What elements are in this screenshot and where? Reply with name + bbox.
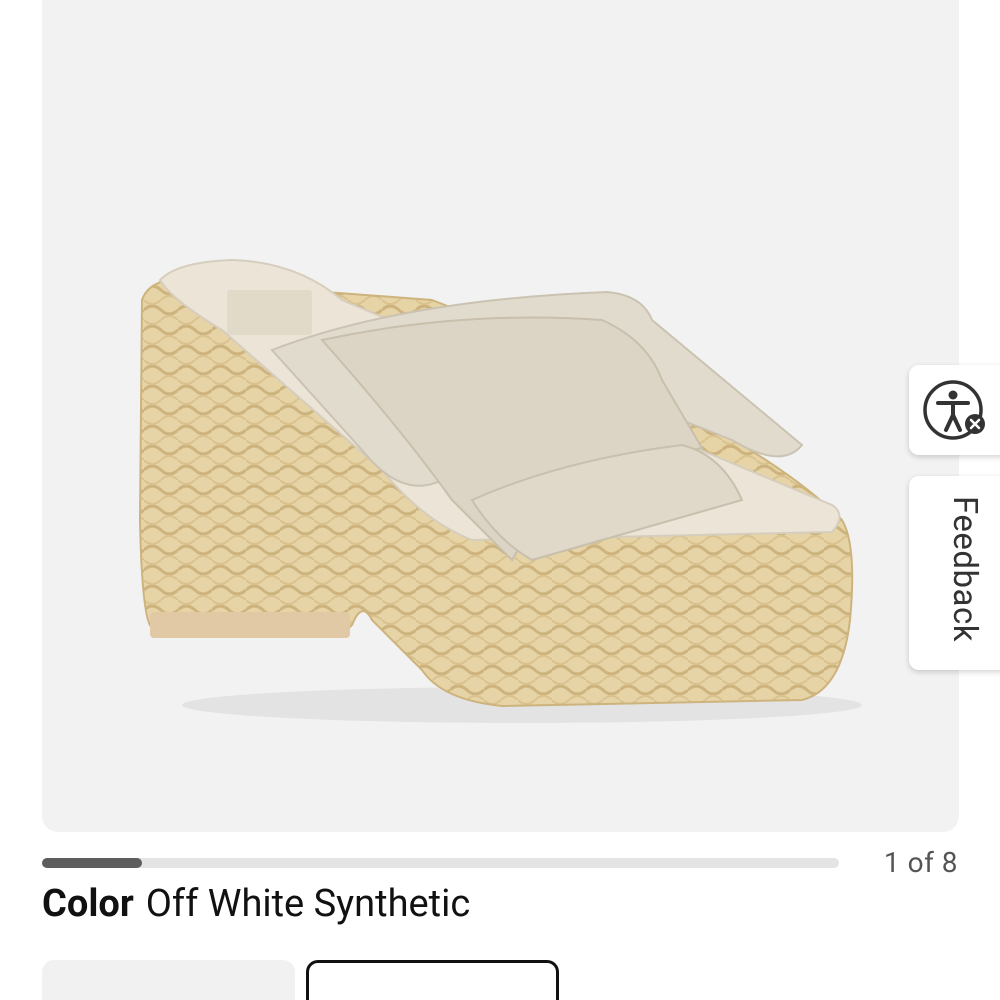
color-label: Color — [42, 882, 134, 926]
color-swatch-selected[interactable] — [306, 960, 559, 1000]
gallery-pager: 1 of 8 — [883, 846, 958, 879]
color-selection: Color Off White Synthetic — [42, 880, 470, 928]
feedback-tab[interactable]: Feedback — [909, 476, 1000, 670]
gallery-progress-fill — [42, 858, 142, 868]
gallery-progress-bar — [42, 858, 839, 868]
product-image[interactable] — [42, 0, 959, 832]
sandal-illustration — [138, 258, 862, 723]
accessibility-button[interactable] — [909, 365, 1000, 455]
color-swatch[interactable] — [42, 960, 295, 1000]
feedback-label: Feedback — [945, 496, 984, 642]
accessibility-icon — [923, 380, 985, 440]
color-value: Off White Synthetic — [145, 882, 471, 926]
product-page: 1 of 8 Color Off White Synthetic Feedback — [0, 0, 1000, 1000]
